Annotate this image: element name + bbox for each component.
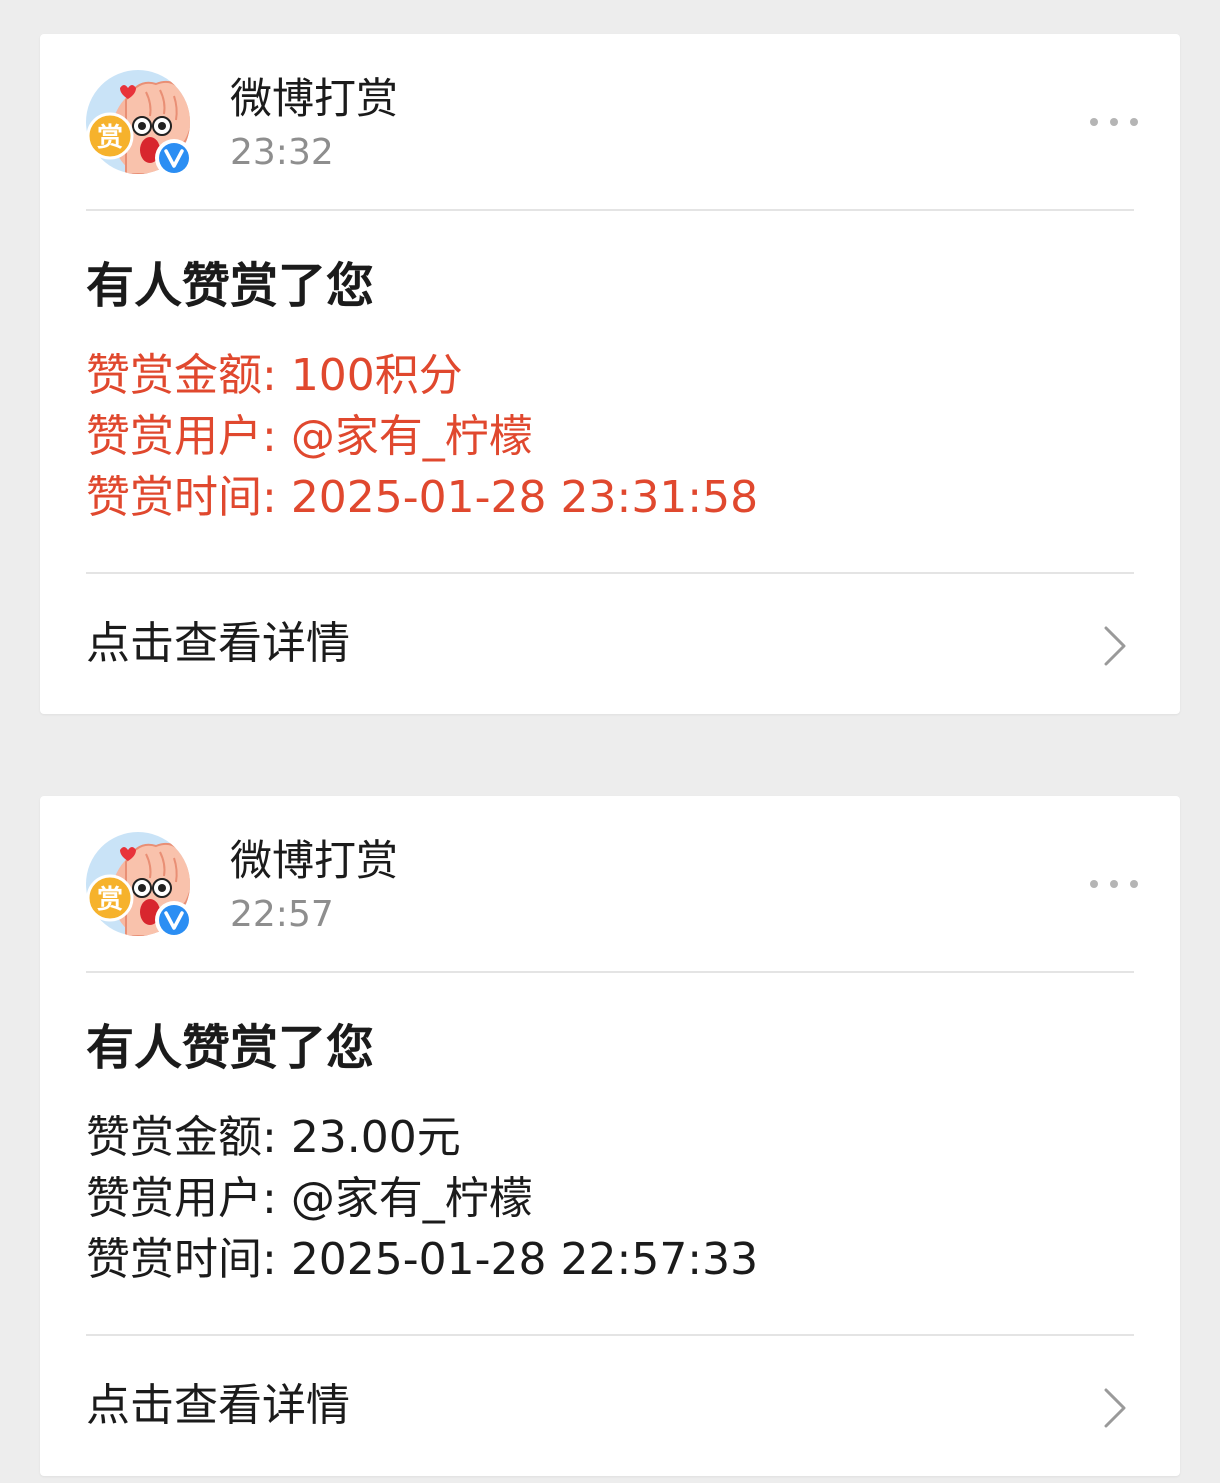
separator: : xyxy=(262,1173,291,1224)
reward-user-label: 赞赏用户 xyxy=(86,1173,262,1224)
more-dot xyxy=(1130,118,1138,126)
message-title: 有人赞赏了您 xyxy=(86,258,375,314)
reward-user-label: 赞赏用户 xyxy=(86,411,262,462)
notification-card: 赏 微博打赏 23:32 有人赞赏了您 赞赏金额: 100积分 赞赏用户: @家… xyxy=(40,34,1180,714)
sender-name[interactable]: 微博打赏 xyxy=(230,834,398,888)
sender-avatar[interactable]: 赏 xyxy=(86,832,198,944)
shang-mascot-avatar-icon: 赏 xyxy=(86,70,193,177)
more-dot xyxy=(1110,880,1118,888)
reward-time-label: 赞赏时间 xyxy=(86,1234,262,1285)
reward-time-line: 赞赏时间: 2025-01-28 22:57:33 xyxy=(86,1232,758,1288)
verified-v-icon xyxy=(155,139,193,177)
notification-card: 赏 微博打赏 22:57 有人赞赏了您 赞赏金额: 23.00元 赞赏用户: @… xyxy=(40,796,1180,1476)
verified-v-icon xyxy=(155,901,193,939)
separator: : xyxy=(262,1112,291,1163)
reward-user-line: 赞赏用户: @家有_柠檬 xyxy=(86,409,533,465)
more-dots-icon xyxy=(1090,880,1098,888)
view-details-button[interactable]: 点击查看详情 xyxy=(40,574,1180,714)
more-options-button[interactable] xyxy=(1086,866,1142,902)
reward-amount-value: 100积分 xyxy=(290,350,463,401)
message-title: 有人赞赏了您 xyxy=(86,1020,375,1076)
more-options-button[interactable] xyxy=(1086,104,1142,140)
reward-amount-label: 赞赏金额 xyxy=(86,1112,262,1163)
chevron-right-icon xyxy=(1104,626,1126,666)
reward-amount-line: 赞赏金额: 23.00元 xyxy=(86,1110,461,1166)
view-details-label: 点击查看详情 xyxy=(86,1380,350,1431)
view-details-button[interactable]: 点击查看详情 xyxy=(40,1336,1180,1476)
reward-amount-label: 赞赏金额 xyxy=(86,350,262,401)
reward-time-value: 2025-01-28 22:57:33 xyxy=(290,1234,759,1285)
view-details-label: 点击查看详情 xyxy=(86,618,350,669)
shang-mascot-avatar-icon: 赏 xyxy=(86,832,193,939)
avatar-badge-text: 赏 xyxy=(97,885,123,915)
reward-time-value: 2025-01-28 23:31:58 xyxy=(290,472,759,523)
avatar-badge-text: 赏 xyxy=(97,123,123,153)
more-dot xyxy=(1130,880,1138,888)
more-dot xyxy=(1110,118,1118,126)
divider xyxy=(86,971,1134,973)
reward-amount-line: 赞赏金额: 100积分 xyxy=(86,348,463,404)
reward-user-value[interactable]: @家有_柠檬 xyxy=(291,1173,533,1224)
reward-time-label: 赞赏时间 xyxy=(86,472,262,523)
separator: : xyxy=(262,350,291,401)
separator: : xyxy=(262,1234,291,1285)
sender-avatar[interactable]: 赏 xyxy=(86,70,198,182)
reward-user-line: 赞赏用户: @家有_柠檬 xyxy=(86,1171,533,1227)
separator: : xyxy=(262,411,291,462)
message-timestamp: 22:57 xyxy=(230,894,334,935)
reward-time-line: 赞赏时间: 2025-01-28 23:31:58 xyxy=(86,470,758,526)
chevron-right-icon xyxy=(1104,1388,1126,1428)
divider xyxy=(86,209,1134,211)
separator: : xyxy=(262,472,291,523)
more-dots-icon xyxy=(1090,118,1098,126)
message-timestamp: 23:32 xyxy=(230,132,334,173)
sender-name[interactable]: 微博打赏 xyxy=(230,72,398,126)
reward-user-value[interactable]: @家有_柠檬 xyxy=(291,411,533,462)
reward-amount-value: 23.00元 xyxy=(290,1112,461,1163)
